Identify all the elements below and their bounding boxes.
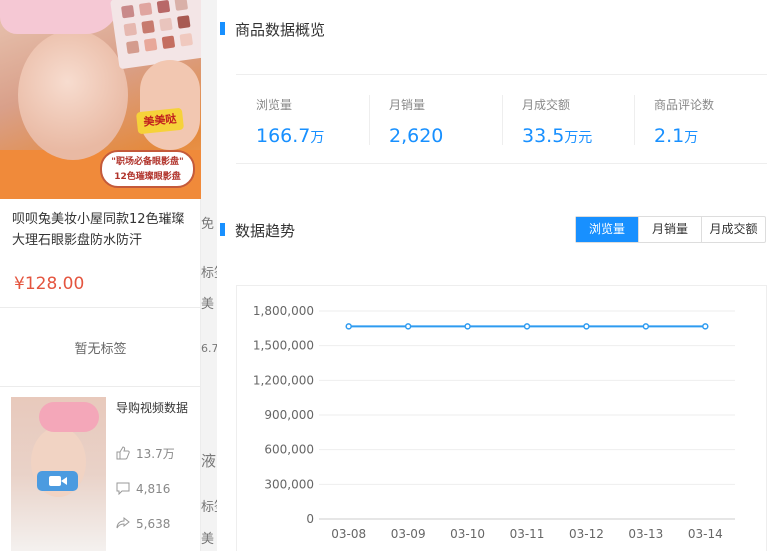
caption-line: "职场必备眼影盘" — [111, 157, 184, 167]
comments-stat: 4,816 — [116, 481, 170, 497]
metric-separator — [634, 95, 635, 145]
main-panel: 商品数据概览 浏览量 166.7万 月销量 2,620 月成交额 33.5万元 … — [217, 0, 767, 551]
x-tick-label: 03-09 — [391, 527, 426, 541]
metric-monthly-revenue: 月成交额 33.5万元 — [522, 96, 592, 147]
data-point — [642, 323, 650, 330]
screen: 免 标签 美 6.7 液 标签 美 — [0, 0, 767, 551]
tab-monthly-sales[interactable]: 月销量 — [638, 217, 701, 242]
trend-title: 数据趋势 — [219, 222, 296, 240]
image-face — [18, 30, 128, 160]
x-tick-label: 03-14 — [688, 527, 723, 541]
metric-views: 浏览量 166.7万 — [256, 96, 324, 147]
data-point — [523, 323, 531, 330]
metric-unit: 万 — [684, 130, 699, 146]
bg-fragment: 液 — [201, 452, 217, 470]
metric-value: 33.5万元 — [522, 125, 592, 147]
metric-unit: 万元 — [564, 130, 593, 146]
metric-separator — [369, 95, 370, 145]
video-camera-icon[interactable] — [37, 471, 78, 491]
video-thumbnail[interactable] — [11, 397, 106, 551]
image-palette — [110, 0, 201, 70]
metric-value: 2,620 — [389, 125, 443, 147]
metric-label: 月成交额 — [522, 98, 571, 112]
tab-views[interactable]: 浏览量 — [576, 217, 638, 242]
shares-count: 5,638 — [136, 517, 171, 531]
product-image[interactable]: 美美哒 "职场必备眼影盘" 12色璀璨眼影盘 — [0, 0, 201, 199]
divider — [236, 163, 767, 164]
metric-label: 月销量 — [389, 98, 426, 112]
y-tick-label: 1,200,000 — [253, 373, 314, 387]
image-headband — [0, 0, 120, 34]
metric-value: 2.1万 — [654, 125, 714, 147]
overview-title: 商品数据概览 — [219, 21, 326, 39]
data-point — [583, 323, 590, 330]
y-tick-label: 900,000 — [264, 408, 314, 422]
data-point — [464, 323, 471, 330]
tab-monthly-revenue[interactable]: 月成交额 — [701, 217, 765, 242]
product-price: ¥128.00 — [14, 274, 85, 294]
image-hand — [140, 60, 200, 150]
trend-chart: 1,800,000 1,500,000 1,200,000 900,000 600,00… — [236, 285, 767, 551]
metric-monthly-sales: 月销量 2,620 — [389, 96, 443, 147]
comments-count: 4,816 — [136, 482, 171, 496]
metric-number: 2,620 — [389, 125, 444, 147]
metric-unit: 万 — [310, 130, 325, 146]
bg-fragment: 标签 — [201, 266, 217, 281]
product-card: 美美哒 "职场必备眼影盘" 12色璀璨眼影盘 呗呗兔美妆小屋同款12色璀璨大理石… — [0, 0, 201, 551]
bg-fragment: 标签 — [201, 500, 217, 515]
y-tick-label: 1,800,000 — [253, 304, 314, 318]
comment-icon — [116, 481, 130, 496]
bg-fragment: 美 — [201, 532, 215, 547]
data-point — [404, 323, 412, 330]
product-title[interactable]: 呗呗兔美妆小屋同款12色璀璨大理石眼影盘防水防汗 — [12, 209, 194, 251]
metric-number: 33.5 — [522, 125, 565, 147]
metric-label: 商品评论数 — [654, 98, 715, 112]
thumbs-up-icon — [116, 446, 130, 460]
y-tick-label: 300,000 — [264, 477, 314, 491]
trend-tabs: 浏览量 月销量 月成交额 — [575, 216, 766, 243]
caption-line: 12色璀璨眼影盘 — [114, 172, 181, 182]
x-tick-label: 03-11 — [510, 527, 545, 541]
metric-separator — [502, 95, 503, 145]
divider — [0, 386, 201, 387]
no-tag-text: 暂无标签 — [74, 342, 127, 357]
y-tick-label: 1,500,000 — [253, 339, 314, 353]
bg-fragment: 美 — [201, 297, 215, 312]
chart-svg: 1,800,000 1,500,000 1,200,000 900,000 600,00… — [253, 304, 735, 541]
likes-count: 13.7万 — [136, 447, 175, 461]
bg-fragment: 6.7 — [201, 342, 217, 355]
y-tick-label: 0 — [306, 512, 314, 526]
x-tick-label: 03-08 — [331, 527, 366, 541]
data-point — [702, 323, 709, 330]
shares-stat: 5,638 — [116, 516, 170, 532]
x-tick-label: 03-12 — [569, 527, 604, 541]
x-tick-label: 03-13 — [628, 527, 663, 541]
metric-number: 2.1 — [654, 125, 685, 147]
data-point — [345, 323, 352, 330]
y-tick-label: 600,000 — [264, 443, 314, 457]
likes-stat: 13.7万 — [116, 446, 175, 462]
background-page-strip: 免 标签 美 6.7 液 标签 美 — [200, 0, 217, 551]
image-caption-tag: "职场必备眼影盘" 12色璀璨眼影盘 — [100, 150, 195, 188]
metric-number: 166.7 — [256, 125, 311, 147]
x-tick-label: 03-10 — [450, 527, 485, 541]
divider — [0, 307, 201, 308]
divider — [236, 74, 767, 75]
metric-label: 浏览量 — [256, 98, 293, 112]
bg-fragment: 免 — [201, 217, 215, 232]
metric-reviews: 商品评论数 2.1万 — [654, 96, 714, 147]
metric-value: 166.7万 — [256, 125, 324, 147]
video-data-label: 导购视频数据 — [116, 401, 189, 415]
thumb-bow — [39, 402, 99, 432]
share-icon — [116, 516, 130, 530]
